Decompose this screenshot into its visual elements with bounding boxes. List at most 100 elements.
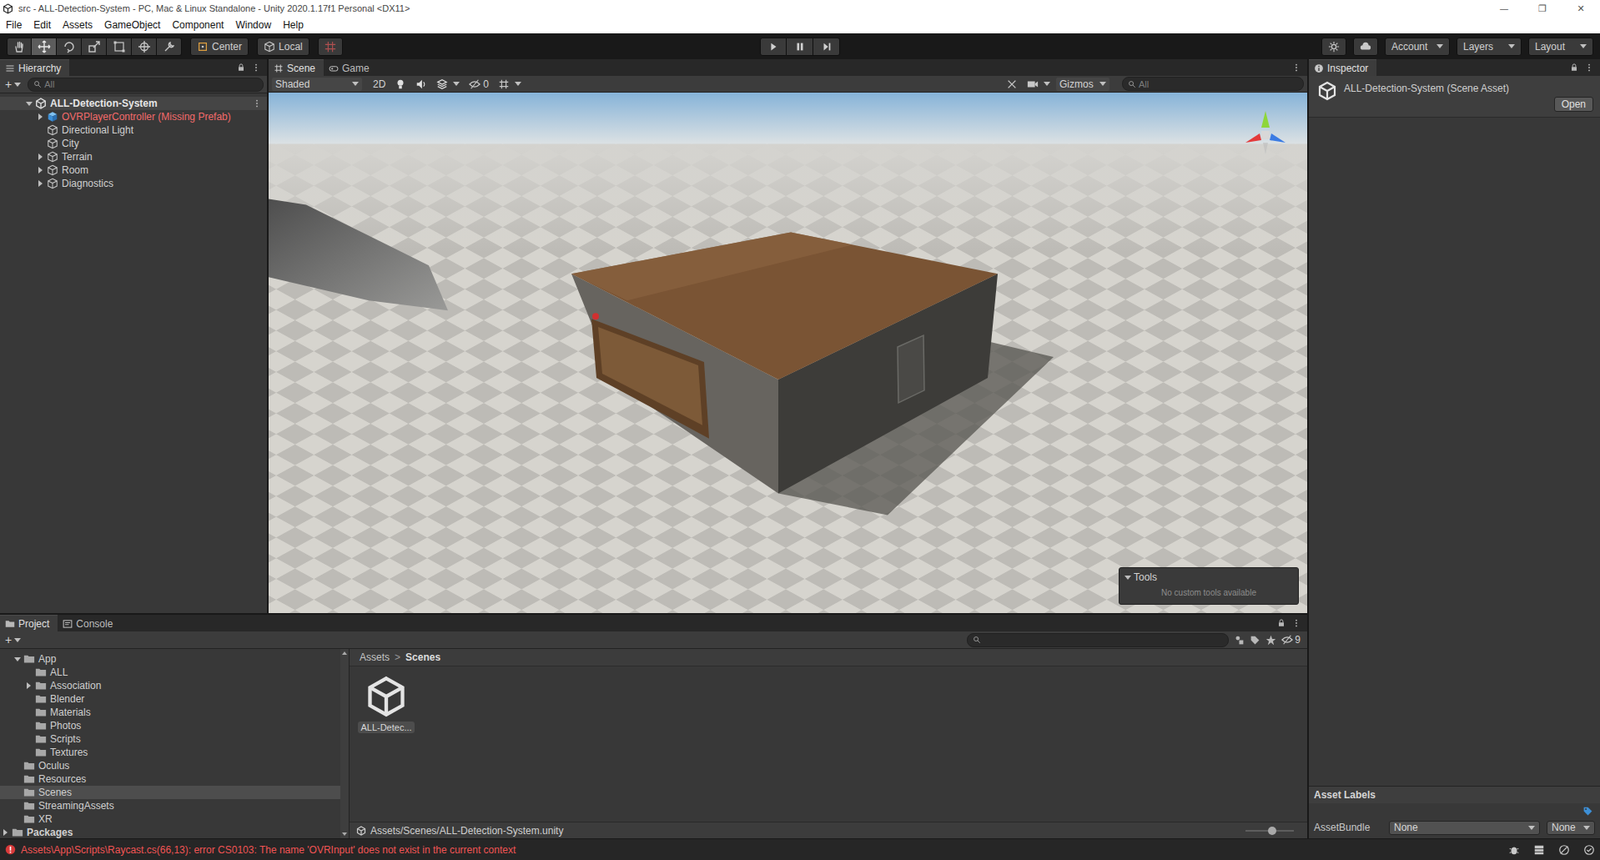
view-tab[interactable]: Scene	[268, 59, 324, 76]
bug-icon[interactable]	[1508, 844, 1520, 856]
layers-dropdown[interactable]: Layers	[1456, 37, 1522, 56]
hierarchy-item[interactable]: City	[0, 136, 267, 151]
orientation-gizmo-icon[interactable]	[1240, 107, 1291, 158]
folder-item[interactable]: Textures	[0, 745, 341, 760]
layout-dropdown[interactable]: Layout	[1528, 37, 1594, 56]
tool-button[interactable]	[31, 37, 57, 56]
shading-dropdown[interactable]: Shaded	[271, 77, 363, 91]
grid-toggle[interactable]	[494, 77, 525, 91]
folder-item[interactable]: XR	[0, 812, 341, 826]
menu-item[interactable]: Component	[166, 19, 230, 31]
project-search[interactable]	[966, 633, 1229, 648]
scene-search[interactable]: All	[1122, 76, 1304, 91]
tool-button[interactable]	[156, 37, 182, 56]
kebab-menu-icon[interactable]	[1291, 618, 1302, 629]
slider-knob[interactable]	[1267, 826, 1277, 836]
breadcrumb-item[interactable]: Scenes	[405, 651, 441, 664]
inspector-tab[interactable]: Inspector	[1308, 59, 1377, 76]
breadcrumb-item[interactable]: Assets	[359, 651, 390, 664]
hierarchy-item[interactable]: Terrain	[0, 150, 267, 164]
variant-dropdown[interactable]: None	[1546, 820, 1595, 836]
collab-button[interactable]	[1321, 37, 1347, 56]
foldout-arrow-icon[interactable]	[38, 113, 43, 121]
status-message[interactable]: Assets\App\Scripts\Raycast.cs(66,13): er…	[20, 844, 516, 856]
grid-snap-button[interactable]	[317, 37, 343, 56]
folder-item[interactable]: Oculus	[0, 759, 341, 773]
lock-icon[interactable]	[236, 62, 247, 73]
label-icon[interactable]	[1249, 634, 1261, 646]
camera-dropdown[interactable]	[1023, 77, 1054, 91]
cloud-button[interactable]	[1353, 37, 1379, 56]
open-button[interactable]: Open	[1554, 96, 1594, 112]
folder-item[interactable]: Association	[0, 679, 341, 693]
view-tab[interactable]: Game	[323, 59, 378, 76]
kebab-menu-icon[interactable]	[1291, 62, 1302, 73]
window-control-button[interactable]: ✕	[1561, 0, 1600, 17]
menu-item[interactable]: Edit	[27, 19, 57, 31]
tools-foldout[interactable]: Tools	[1124, 571, 1294, 584]
scroll-down-icon[interactable]	[342, 832, 348, 836]
account-dropdown[interactable]: Account	[1384, 37, 1450, 56]
tag-icon[interactable]	[1582, 805, 1594, 817]
foldout-arrow-icon[interactable]	[38, 166, 43, 174]
audio-toggle[interactable]	[412, 77, 431, 91]
tool-button[interactable]	[6, 37, 32, 56]
scene-tools-button[interactable]	[1002, 77, 1022, 91]
star-icon[interactable]	[1265, 634, 1277, 646]
pivot-mode-button[interactable]: Center	[190, 37, 249, 56]
lighting-toggle[interactable]	[391, 77, 410, 91]
scene-row[interactable]: ALL-Detection-System	[0, 96, 267, 111]
tool-button[interactable]	[56, 37, 82, 56]
pivot-space-button[interactable]: Local	[256, 37, 310, 56]
create-button[interactable]: +	[3, 77, 23, 91]
cache-server-icon[interactable]	[1533, 844, 1545, 856]
menu-item[interactable]: Assets	[56, 19, 99, 31]
lock-icon[interactable]	[1276, 618, 1287, 629]
scene-viewport[interactable]: Tools No custom tools available	[268, 92, 1308, 614]
icon-size-slider[interactable]	[1245, 825, 1294, 836]
window-control-button[interactable]: —	[1484, 0, 1524, 17]
hierarchy-item[interactable]: Directional Light	[0, 123, 267, 137]
foldout-arrow-icon[interactable]	[3, 829, 8, 836]
asset-tile[interactable]: ALL-Detec...	[359, 674, 413, 734]
kebab-menu-icon[interactable]	[1584, 62, 1595, 73]
hierarchy-item[interactable]: Diagnostics	[0, 176, 267, 191]
tool-button[interactable]	[106, 37, 132, 56]
folder-item[interactable]: App	[0, 652, 341, 666]
project-tab[interactable]: Console	[57, 614, 121, 632]
2d-toggle[interactable]: 2D	[369, 77, 389, 91]
auto-generate-lighting-icon[interactable]	[1558, 844, 1570, 856]
foldout-arrow-icon[interactable]	[1124, 575, 1132, 580]
project-tab[interactable]: Project	[0, 614, 58, 632]
folder-item[interactable]: Scripts	[0, 732, 341, 746]
packages-item[interactable]: Packages	[0, 825, 341, 839]
hierarchy-search[interactable]: All	[27, 77, 264, 92]
hidden-objects-toggle[interactable]: 0	[465, 77, 493, 91]
pause-button[interactable]	[786, 37, 814, 56]
gizmos-dropdown[interactable]: Gizmos	[1056, 77, 1110, 91]
menu-item[interactable]: File	[0, 19, 28, 31]
menu-item[interactable]: Window	[229, 19, 277, 31]
kebab-menu-icon[interactable]	[251, 98, 262, 109]
kebab-menu-icon[interactable]	[251, 62, 262, 73]
foldout-arrow-icon[interactable]	[38, 180, 43, 187]
tool-button[interactable]	[131, 37, 157, 56]
folder-item[interactable]: Resources	[0, 772, 341, 786]
assetbundle-dropdown[interactable]: None	[1388, 820, 1540, 836]
hierarchy-tab[interactable]: Hierarchy	[0, 59, 70, 76]
folder-item[interactable]: StreamingAssets	[0, 799, 341, 813]
tree-scrollbar[interactable]	[340, 649, 350, 839]
lock-icon[interactable]	[1569, 62, 1580, 73]
play-button[interactable]	[759, 37, 787, 56]
folder-item[interactable]: Scenes	[0, 785, 341, 800]
scroll-up-icon[interactable]	[342, 651, 348, 655]
foldout-arrow-icon[interactable]	[26, 682, 31, 690]
step-button[interactable]	[813, 37, 841, 56]
hidden-packages-toggle[interactable]: 9	[1281, 633, 1304, 646]
create-asset-button[interactable]: +	[3, 633, 23, 647]
menu-item[interactable]: Help	[276, 19, 310, 31]
window-control-button[interactable]: ❐	[1523, 0, 1562, 17]
foldout-arrow-icon[interactable]	[25, 101, 33, 106]
tool-button[interactable]	[81, 37, 107, 56]
folder-item[interactable]: Materials	[0, 705, 341, 720]
